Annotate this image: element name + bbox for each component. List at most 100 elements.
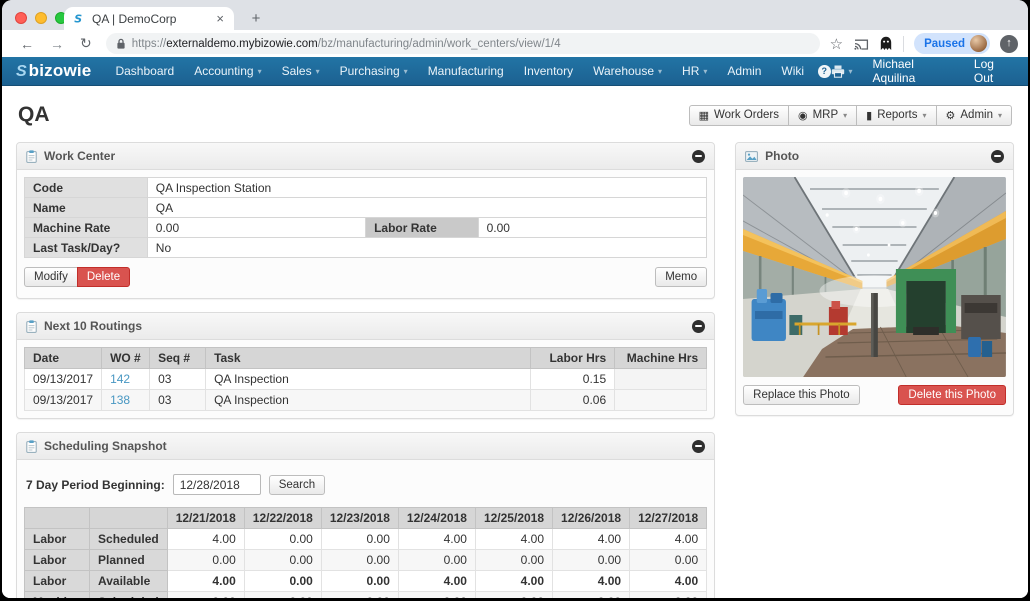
replace-photo-button[interactable]: Replace this Photo <box>743 385 860 405</box>
refresh-icon[interactable]: ↻ <box>72 35 100 52</box>
sched-row: LaborScheduled4.000.000.004.004.004.004.… <box>25 529 707 550</box>
sched-cell: 0.00 <box>398 550 475 571</box>
collapse-icon[interactable] <box>692 150 705 163</box>
collapse-icon[interactable] <box>991 150 1004 163</box>
sched-metric-label: Scheduled <box>90 529 168 550</box>
url-path: /bz/manufacturing/admin/work_centers/vie… <box>318 38 561 50</box>
chevron-down-icon: ▾ <box>404 67 408 76</box>
nav-item-sales[interactable]: Sales▾ <box>272 57 330 85</box>
work-center-panel-title: Work Center <box>44 149 115 163</box>
admin-button[interactable]: ⚙Admin▾ <box>936 105 1013 126</box>
routings-col-wo: WO # <box>102 348 150 369</box>
profile-sync-paused-chip[interactable]: Paused <box>914 33 990 54</box>
browser-action-icons: ☆ Paused ↑ <box>830 33 1018 54</box>
close-window-button[interactable] <box>15 12 27 24</box>
sched-cell: 0.00 <box>167 592 244 599</box>
sched-date-col: 12/23/2018 <box>321 508 398 529</box>
minimize-window-button[interactable] <box>35 12 47 24</box>
mrp-icon: ◉ <box>798 109 808 122</box>
routings-panel: Next 10 Routings DateWO #Seq #TaskLabor … <box>16 312 715 419</box>
help-icon[interactable]: ? <box>818 65 830 78</box>
cast-icon[interactable] <box>853 37 869 51</box>
sched-cell: 0.00 <box>630 592 707 599</box>
sched-group-label: Labor <box>25 571 90 592</box>
nav-item-warehouse[interactable]: Warehouse▾ <box>583 57 672 85</box>
url-domain: externaldemo.mybizowie.com <box>166 38 317 50</box>
bizowie-logo[interactable]: S bizowie <box>16 61 91 81</box>
routing-labor-hrs: 0.15 <box>531 369 615 390</box>
favicon-bizowie-icon: S <box>72 12 85 25</box>
work-order-link[interactable]: 138 <box>110 393 130 407</box>
printer-icon <box>831 65 845 78</box>
nav-item-label: Purchasing <box>340 64 400 78</box>
sched-date-col: 12/25/2018 <box>475 508 552 529</box>
sched-cell: 0.00 <box>398 592 475 599</box>
chevron-down-icon: ▾ <box>658 67 662 76</box>
desktop-background: S QA | DemoCorp × + ← → ↻ https://extern… <box>0 0 1030 601</box>
paused-label: Paused <box>924 38 965 50</box>
collapse-icon[interactable] <box>692 320 705 333</box>
chrome-update-icon[interactable]: ↑ <box>1000 35 1018 53</box>
ghostery-extension-icon[interactable] <box>879 36 893 51</box>
delete-photo-button[interactable]: Delete this Photo <box>898 385 1006 405</box>
tab-title: QA | DemoCorp <box>92 12 214 26</box>
sched-group-label: Labor <box>25 550 90 571</box>
address-bar[interactable]: https://externaldemo.mybizowie.com/bz/ma… <box>106 33 820 54</box>
routings-row: 09/13/201713803QA Inspection0.06 <box>25 390 707 411</box>
admin-gear-icon: ⚙ <box>946 109 956 122</box>
reports-button[interactable]: ▮Reports▾ <box>856 105 936 126</box>
nav-item-admin[interactable]: Admin <box>717 57 771 85</box>
url-text: https://externaldemo.mybizowie.com/bz/ma… <box>132 38 561 50</box>
mrp-button[interactable]: ◉MRP▾ <box>788 105 857 126</box>
period-date-input[interactable] <box>173 474 261 495</box>
sched-cell: 0.00 <box>167 550 244 571</box>
work-orders-button[interactable]: ▦Work Orders <box>689 105 789 126</box>
sched-cell: 4.00 <box>630 529 707 550</box>
sched-corner <box>90 508 168 529</box>
delete-button[interactable]: Delete <box>77 267 130 287</box>
bookmark-star-icon[interactable]: ☆ <box>830 35 843 53</box>
sched-group-label: Machine <box>25 592 90 599</box>
photo-panel: Photo <box>735 142 1014 416</box>
routing-labor-hrs: 0.06 <box>531 390 615 411</box>
user-menu[interactable]: Michael Aquilina <box>873 57 954 85</box>
sched-date-col: 12/27/2018 <box>630 508 707 529</box>
nav-item-accounting[interactable]: Accounting▾ <box>184 57 271 85</box>
browser-tab[interactable]: S QA | DemoCorp × <box>64 7 234 30</box>
search-button[interactable]: Search <box>269 475 325 495</box>
print-menu[interactable]: ▾ <box>831 65 853 78</box>
clipboard-icon <box>26 440 37 453</box>
routings-col-seq: Seq # <box>150 348 206 369</box>
labor-rate-value: 0.00 <box>478 218 707 238</box>
chevron-down-icon: ▾ <box>703 67 707 76</box>
sched-cell: 4.00 <box>398 571 475 592</box>
nav-item-wiki[interactable]: Wiki <box>771 57 814 85</box>
routing-date: 09/13/2017 <box>25 390 102 411</box>
nav-item-hr[interactable]: HR▾ <box>672 57 717 85</box>
logout-link[interactable]: Log Out <box>974 57 1014 85</box>
new-tab-button[interactable]: + <box>245 8 267 30</box>
bizowie-logo-icon: S <box>16 63 27 81</box>
sched-cell: 4.00 <box>553 571 630 592</box>
tab-close-icon[interactable]: × <box>214 11 226 26</box>
nav-item-inventory[interactable]: Inventory <box>514 57 583 85</box>
memo-button[interactable]: Memo <box>655 267 707 287</box>
photo-icon <box>745 151 758 162</box>
work-order-link[interactable]: 142 <box>110 372 130 386</box>
back-icon[interactable]: ← <box>12 36 42 52</box>
sched-date-col: 12/21/2018 <box>167 508 244 529</box>
last-task-label: Last Task/Day? <box>25 238 148 258</box>
nav-item-dashboard[interactable]: Dashboard <box>105 57 184 85</box>
profile-avatar <box>970 35 987 52</box>
routings-table: DateWO #Seq #TaskLabor HrsMachine Hrs 09… <box>24 347 707 411</box>
modify-button[interactable]: Modify <box>24 267 78 287</box>
nav-item-manufacturing[interactable]: Manufacturing <box>418 57 514 85</box>
work-center-actions: Modify Delete Memo <box>24 258 707 291</box>
nav-item-purchasing[interactable]: Purchasing ▾ <box>330 57 418 85</box>
sched-row: LaborAvailable4.000.000.004.004.004.004.… <box>25 571 707 592</box>
chevron-down-icon: ▾ <box>316 67 320 76</box>
forward-icon[interactable]: → <box>42 36 72 52</box>
nav-item-label: Manufacturing <box>428 64 504 78</box>
collapse-icon[interactable] <box>692 440 705 453</box>
work-center-fields: Code QA Inspection Station Name QA Machi… <box>24 177 707 258</box>
